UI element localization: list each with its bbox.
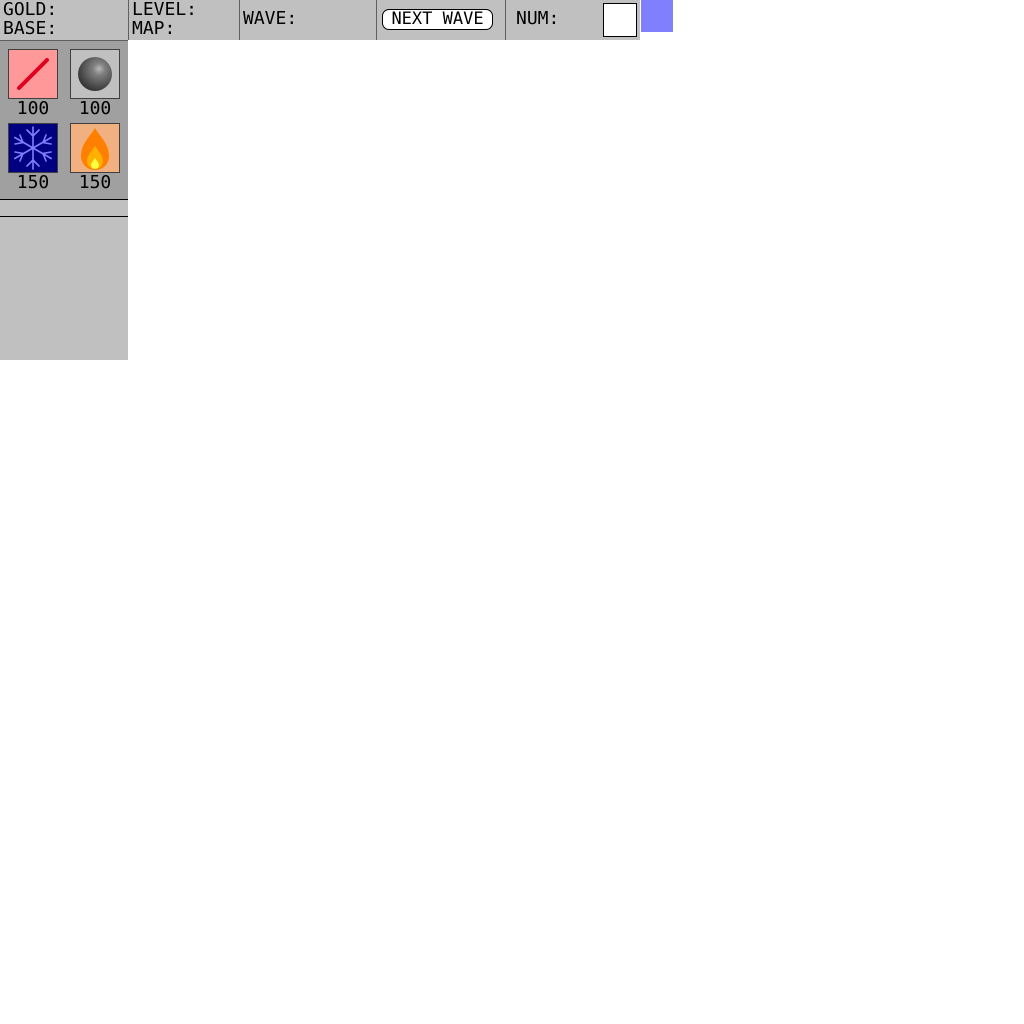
num-cell: NUM: <box>506 0 640 40</box>
num-label: NUM: <box>516 8 560 29</box>
cannon-tower-button[interactable]: 100 <box>70 49 120 121</box>
ice-tower-button[interactable]: 150 <box>8 123 58 195</box>
fire-tile <box>70 123 120 173</box>
num-value-box[interactable] <box>603 3 637 37</box>
wave-label: WAVE: <box>243 8 298 29</box>
cannon-tile <box>70 49 120 99</box>
ice-tile <box>8 123 58 173</box>
tower-shop: 100 100 150 150 <box>0 41 128 200</box>
ice-price: 150 <box>16 172 50 193</box>
next-wave-cell: NEXT WAVE <box>377 0 506 40</box>
flame-icon <box>81 128 109 170</box>
laser-price: 100 <box>16 98 50 119</box>
laser-icon <box>17 58 49 90</box>
laser-tile <box>8 49 58 99</box>
sidebar-panel: 100 100 150 150 <box>0 40 128 360</box>
cannon-price: 100 <box>78 98 112 119</box>
level-label: LEVEL: <box>132 0 198 20</box>
cannonball-icon <box>78 57 112 91</box>
base-label: BASE: <box>3 18 58 39</box>
level-map-cell: LEVEL: MAP: <box>129 0 240 40</box>
next-wave-button[interactable]: NEXT WAVE <box>382 9 493 30</box>
top-status-bar: GOLD: BASE: LEVEL: MAP: WAVE: NEXT WAVE … <box>0 0 640 40</box>
gold-base-cell: GOLD: BASE: <box>0 0 129 40</box>
snowflake-icon <box>14 126 53 170</box>
gold-label: GOLD: <box>3 0 58 20</box>
wave-cell: WAVE: <box>240 0 377 40</box>
fire-price: 150 <box>78 172 112 193</box>
selection-info-strip <box>0 200 128 217</box>
fire-tower-button[interactable]: 150 <box>70 123 120 195</box>
map-label: MAP: <box>132 18 176 39</box>
laser-tower-button[interactable]: 100 <box>8 49 58 121</box>
status-indicator <box>641 0 673 32</box>
